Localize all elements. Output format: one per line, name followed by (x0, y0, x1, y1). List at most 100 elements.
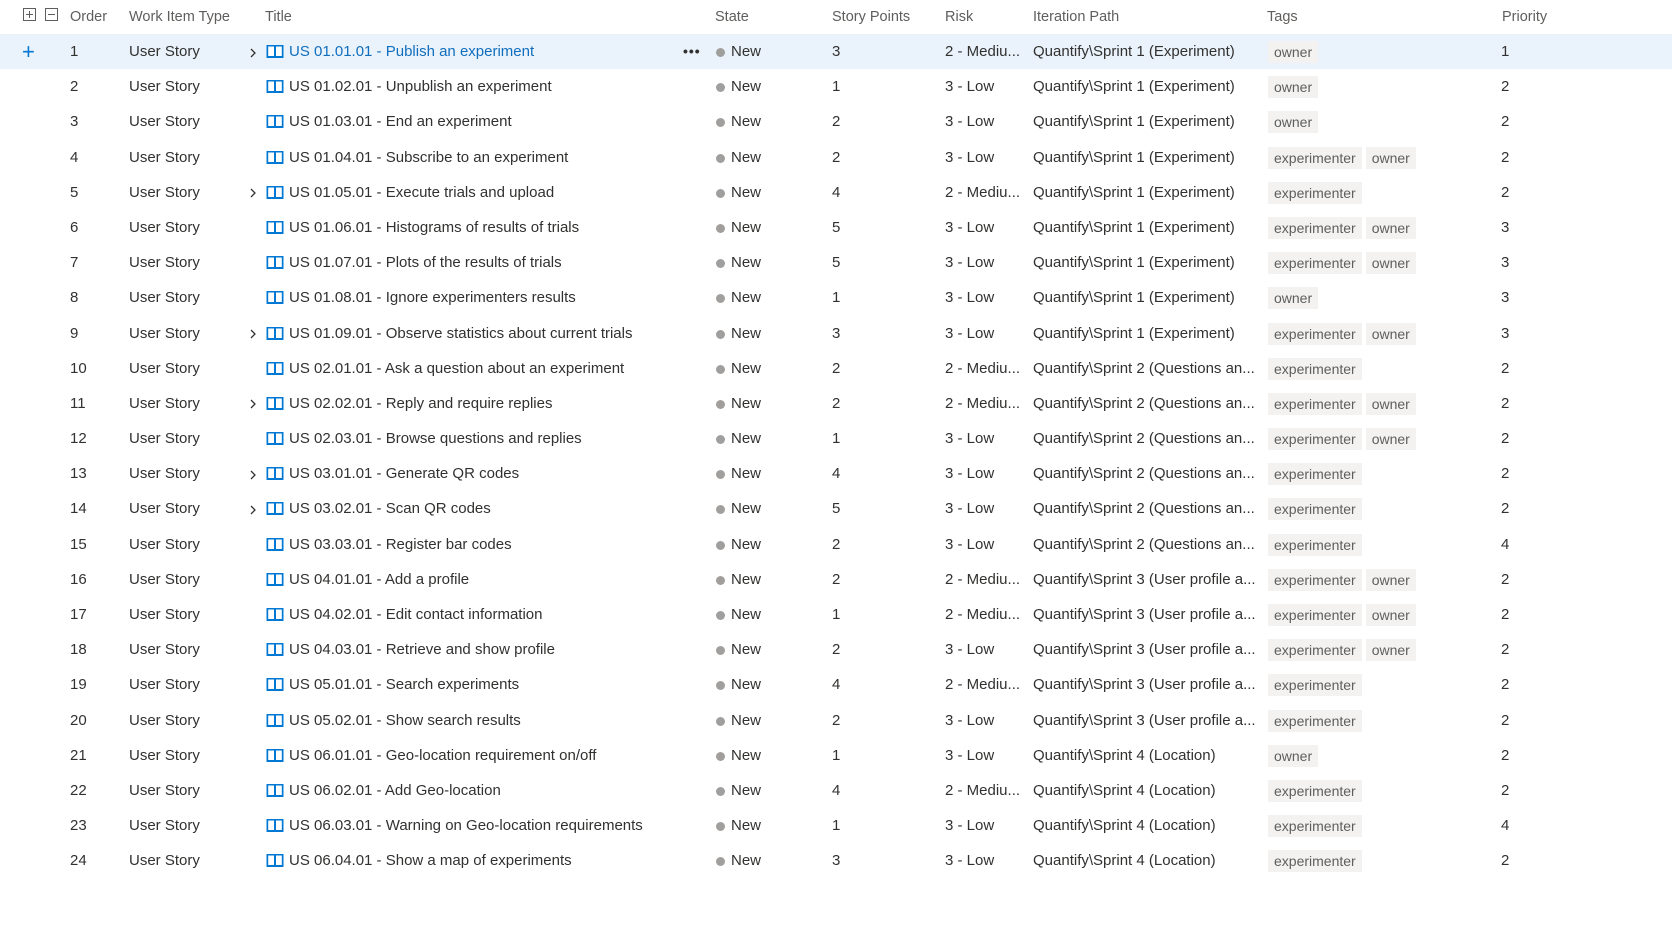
table-row[interactable]: 12 User Story US 02.03.01 - Browse questio… (0, 421, 1672, 456)
work-item-title-link[interactable]: US 05.02.01 - Show search results (289, 703, 521, 738)
header-tags[interactable]: Tags (1267, 9, 1298, 25)
table-row[interactable]: 18 User Story US 04.03.01 - Retrieve and s… (0, 632, 1672, 667)
tag-badge[interactable]: experimenter (1268, 357, 1362, 380)
work-item-title-link[interactable]: US 05.01.01 - Search experiments (289, 667, 519, 702)
work-item-title-link[interactable]: US 02.02.01 - Reply and require replies (289, 386, 552, 421)
tag-badge[interactable]: owner (1365, 639, 1416, 662)
tag-badge[interactable]: owner (1365, 216, 1416, 239)
work-item-title-link[interactable]: US 01.02.01 - Unpublish an experiment (289, 69, 552, 104)
tag-badge[interactable]: owner (1268, 287, 1319, 310)
header-title[interactable]: Title (265, 9, 292, 25)
work-item-title-link[interactable]: US 04.03.01 - Retrieve and show profile (289, 632, 555, 667)
tag-badge[interactable]: owner (1268, 76, 1319, 99)
tag-badge[interactable]: owner (1268, 111, 1319, 134)
work-item-title-link[interactable]: US 01.03.01 - End an experiment (289, 104, 512, 139)
tag-badge[interactable]: owner (1365, 322, 1416, 345)
work-item-title-link[interactable]: US 04.02.01 - Edit contact information (289, 597, 542, 632)
tag-badge[interactable]: experimenter (1268, 498, 1362, 521)
table-row[interactable]: 5 User Story US 01.05.01 - Execute trials … (0, 175, 1672, 210)
tag-badge[interactable]: owner (1365, 604, 1416, 626)
work-item-title-link[interactable]: US 03.02.01 - Scan QR codes (289, 491, 491, 526)
work-item-title-link[interactable]: US 02.03.01 - Browse questions and repli… (289, 421, 582, 456)
tag-badge[interactable]: experimenter (1268, 322, 1362, 345)
work-item-title-link[interactable]: US 03.01.01 - Generate QR codes (289, 456, 519, 491)
tag-badge[interactable]: owner (1268, 744, 1319, 767)
tag-badge[interactable]: experimenter (1268, 850, 1362, 873)
tag-badge[interactable]: experimenter (1268, 216, 1362, 239)
table-row[interactable]: 10 User Story US 02.01.01 - Ask a question… (0, 351, 1672, 386)
work-item-title-link[interactable]: US 01.01.01 - Publish an experiment (289, 34, 534, 69)
chevron-right-icon[interactable] (249, 175, 261, 210)
header-iteration-path[interactable]: Iteration Path (1033, 9, 1119, 25)
header-priority[interactable]: Priority (1502, 9, 1547, 25)
header-story-points[interactable]: Story Points (832, 9, 910, 25)
tag-badge[interactable]: experimenter (1268, 463, 1362, 486)
table-row[interactable]: 14 User Story US 03.02.01 - Scan QR codes N… (0, 491, 1672, 526)
work-item-title-link[interactable]: US 01.07.01 - Plots of the results of tr… (289, 245, 562, 280)
work-item-title-link[interactable]: US 01.08.01 - Ignore experimenters resul… (289, 280, 576, 315)
tag-badge[interactable]: owner (1365, 568, 1416, 591)
header-work-item-type[interactable]: Work Item Type (129, 9, 230, 25)
chevron-right-icon[interactable] (249, 491, 261, 526)
work-item-title-link[interactable]: US 03.03.01 - Register bar codes (289, 527, 512, 562)
tag-badge[interactable]: experimenter (1268, 674, 1362, 697)
tag-badge[interactable]: experimenter (1268, 639, 1362, 662)
table-row[interactable]: 24 User Story US 06.04.01 - Show a map of … (0, 843, 1672, 878)
tag-badge[interactable]: experimenter (1268, 709, 1362, 732)
header-risk[interactable]: Risk (945, 9, 973, 25)
tag-badge[interactable]: experimenter (1268, 146, 1362, 169)
work-item-title-link[interactable]: US 06.04.01 - Show a map of experiments (289, 843, 572, 878)
tag-badge[interactable]: owner (1365, 428, 1416, 451)
work-item-title-link[interactable]: US 02.01.01 - Ask a question about an ex… (289, 351, 624, 386)
work-item-title-link[interactable]: US 06.02.01 - Add Geo-location (289, 773, 501, 808)
more-actions-icon[interactable]: ••• (683, 34, 701, 69)
tag-badge[interactable]: experimenter (1268, 181, 1362, 204)
table-row[interactable]: 8 User Story US 01.08.01 - Ignore experime… (0, 280, 1672, 315)
work-item-title-link[interactable]: US 06.03.01 - Warning on Geo-location re… (289, 808, 643, 843)
tag-badge[interactable]: experimenter (1268, 604, 1362, 626)
work-item-title-link[interactable]: US 01.04.01 - Subscribe to an experiment (289, 140, 568, 175)
work-item-title-link[interactable]: US 04.01.01 - Add a profile (289, 562, 469, 597)
table-row[interactable]: 6 User Story US 01.06.01 - Histograms of r… (0, 210, 1672, 245)
chevron-right-icon[interactable] (249, 316, 261, 351)
tag-badge[interactable]: experimenter (1268, 815, 1362, 838)
table-row[interactable]: 15 User Story US 03.03.01 - Register bar c… (0, 527, 1672, 562)
tag-badge[interactable]: experimenter (1268, 428, 1362, 451)
table-row[interactable]: 21 User Story US 06.01.01 - Geo-location r… (0, 738, 1672, 773)
tag-badge[interactable]: experimenter (1268, 779, 1362, 802)
table-row[interactable]: 20 User Story US 05.02.01 - Show search re… (0, 703, 1672, 738)
add-item-icon[interactable]: + (22, 34, 35, 69)
table-row[interactable]: 2 User Story US 01.02.01 - Unpublish an ex… (0, 69, 1672, 104)
collapse-all-icon[interactable] (45, 8, 58, 21)
table-row[interactable]: 17 User Story US 04.02.01 - Edit contact i… (0, 597, 1672, 632)
tag-badge[interactable]: owner (1365, 392, 1416, 415)
expand-all-icon[interactable] (23, 8, 36, 21)
work-item-title-link[interactable]: US 01.05.01 - Execute trials and upload (289, 175, 554, 210)
tag-badge[interactable]: experimenter (1268, 252, 1362, 275)
tag-badge[interactable]: experimenter (1268, 392, 1362, 415)
work-item-title-link[interactable]: US 06.01.01 - Geo-location requirement o… (289, 738, 596, 773)
work-item-title-link[interactable]: US 01.06.01 - Histograms of results of t… (289, 210, 579, 245)
table-row[interactable]: 23 User Story US 06.03.01 - Warning on Geo… (0, 808, 1672, 843)
table-row[interactable]: 9 User Story US 01.09.01 - Observe statist… (0, 316, 1672, 351)
tag-badge[interactable]: owner (1268, 41, 1319, 63)
tag-badge[interactable]: experimenter (1268, 533, 1362, 556)
table-row[interactable]: +1 User Story US 01.01.01 - Publish an exp… (0, 34, 1672, 70)
table-row[interactable]: 22 User Story US 06.02.01 - Add Geo-locati… (0, 773, 1672, 808)
work-item-title-link[interactable]: US 01.09.01 - Observe statistics about c… (289, 316, 632, 351)
tag-badge[interactable]: owner (1365, 252, 1416, 275)
table-row[interactable]: 16 User Story US 04.01.01 - Add a profile N… (0, 562, 1672, 597)
table-row[interactable]: 19 User Story US 05.01.01 - Search experim… (0, 667, 1672, 702)
header-state[interactable]: State (715, 9, 749, 25)
chevron-right-icon[interactable] (249, 456, 261, 491)
chevron-right-icon[interactable] (249, 386, 261, 421)
table-row[interactable]: 11 User Story US 02.02.01 - Reply and requ… (0, 386, 1672, 421)
table-row[interactable]: 4 User Story US 01.04.01 - Subscribe to an… (0, 140, 1672, 175)
chevron-right-icon[interactable] (249, 34, 261, 69)
table-row[interactable]: 3 User Story US 01.03.01 - End an experime… (0, 104, 1672, 139)
tag-badge[interactable]: owner (1365, 146, 1416, 169)
header-order[interactable]: Order (70, 9, 107, 25)
table-row[interactable]: 7 User Story US 01.07.01 - Plots of the re… (0, 245, 1672, 280)
tag-badge[interactable]: experimenter (1268, 568, 1362, 591)
table-row[interactable]: 13 User Story US 03.01.01 - Generate QR co… (0, 456, 1672, 491)
